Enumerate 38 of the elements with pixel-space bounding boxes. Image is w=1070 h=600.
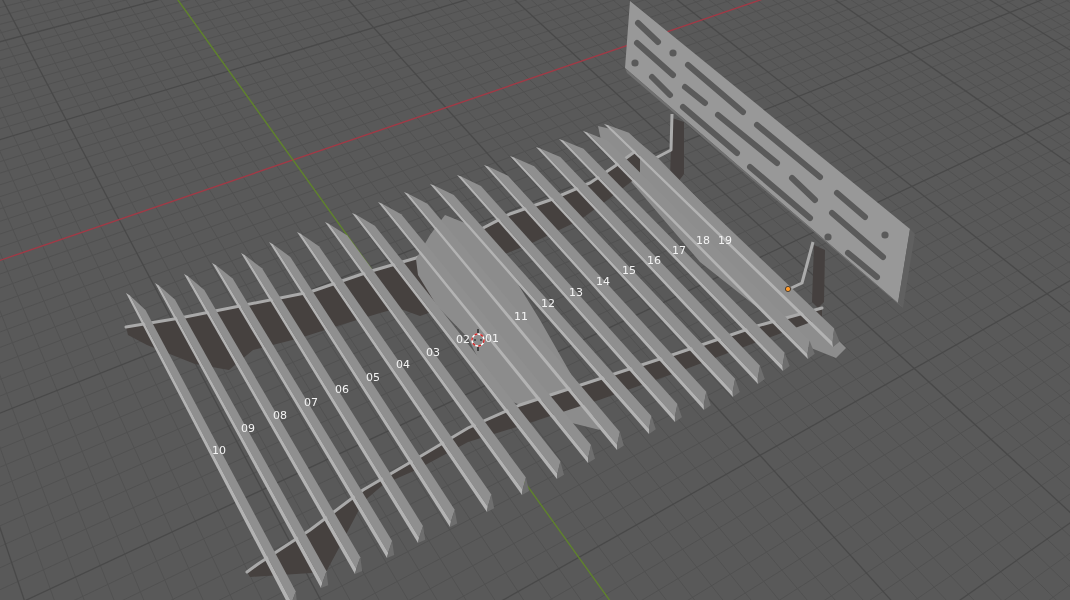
vertex-index-label: 08 <box>273 409 287 422</box>
panel-slot <box>685 62 746 115</box>
origin-point-icon <box>785 286 791 292</box>
panel-slot <box>747 164 813 221</box>
vertex-index-label: 06 <box>335 383 349 396</box>
vertex-index-label: 04 <box>396 358 410 371</box>
panel-hole <box>824 233 832 241</box>
vertex-index-label: 14 <box>596 275 610 288</box>
panel-slot <box>845 250 880 280</box>
vertex-index-label: 01 <box>485 332 499 345</box>
panel-slot <box>635 20 661 45</box>
panel-slot <box>649 74 673 98</box>
vertex-index-label: 12 <box>541 297 555 310</box>
crosshair-icon <box>471 328 485 352</box>
vertex-index-label: 16 <box>647 254 661 267</box>
vertex-index-label: 18 <box>696 234 710 247</box>
vertex-index-label: 03 <box>426 346 440 359</box>
vertex-index-label: 13 <box>569 286 583 299</box>
panel-slot <box>789 175 818 203</box>
vertex-index-label: 19 <box>718 234 732 247</box>
panel-slot <box>834 190 868 220</box>
panel-slot <box>634 40 676 78</box>
vertex-index-label: 10 <box>212 444 226 457</box>
vertex-index-label: 11 <box>514 310 528 323</box>
vertex-index-label: 15 <box>622 264 636 277</box>
vertex-index-label: 17 <box>672 244 686 257</box>
panel-slot <box>715 112 780 166</box>
panel-slot <box>829 210 886 260</box>
panel-slot <box>682 84 708 106</box>
vertex-index-label: 09 <box>241 422 255 435</box>
panel-hole <box>669 49 677 57</box>
panel-slot <box>680 104 740 156</box>
vertex-index-label: 02 <box>456 333 470 346</box>
panel-hole <box>881 231 889 239</box>
panel-slot <box>754 122 823 180</box>
vertex-index-label: 05 <box>366 371 380 384</box>
vertex-index-label: 07 <box>304 396 318 409</box>
panel-hole <box>631 59 639 67</box>
